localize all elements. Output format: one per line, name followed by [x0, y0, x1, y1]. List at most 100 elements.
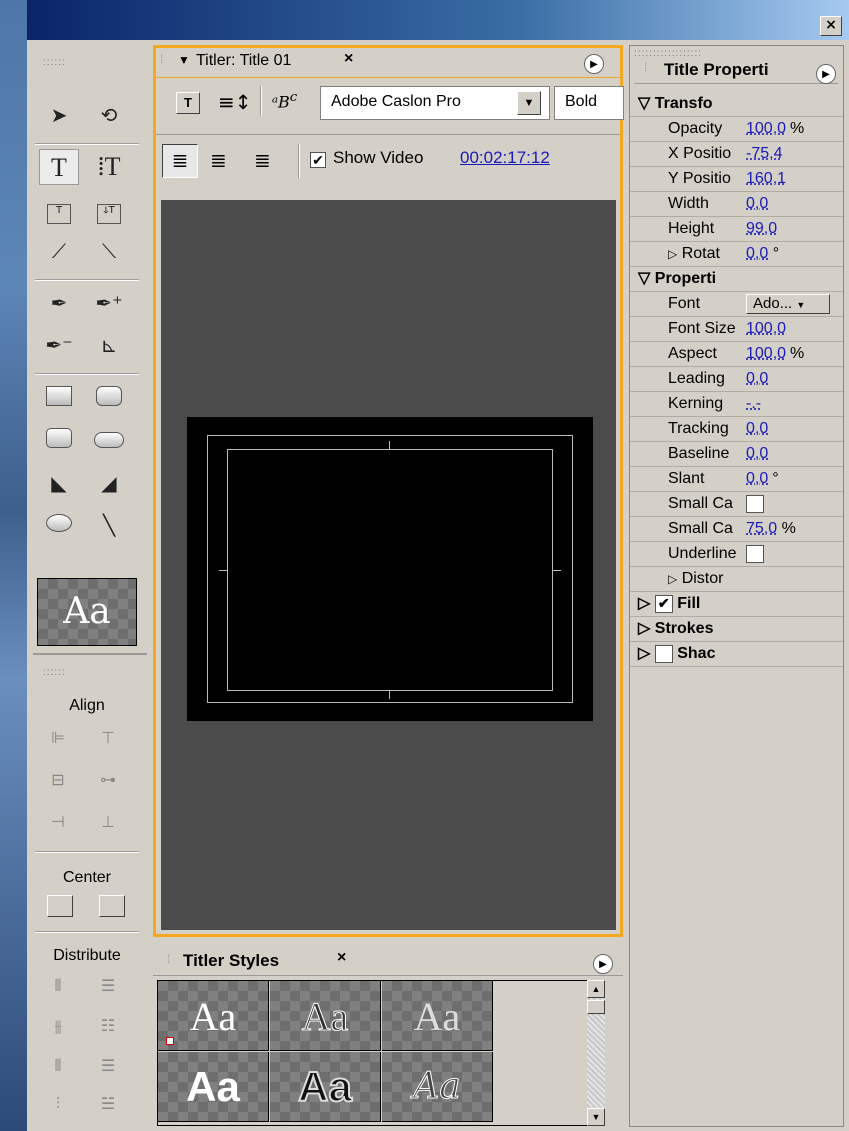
small-caps-size-value[interactable]: 75,0	[746, 520, 777, 537]
vertical-path-type-tool-icon[interactable]: ⟍	[89, 233, 129, 269]
vertical-area-type-tool-icon[interactable]: ↆT	[89, 191, 129, 227]
align-right-text-icon[interactable]: ≣	[254, 148, 271, 173]
window-close-button[interactable]: ×	[820, 16, 842, 36]
align-horizontal-center-icon[interactable]: ⊟	[43, 767, 73, 793]
panel-grip[interactable]: ⁞	[167, 952, 170, 966]
rotation-tool-icon[interactable]: ⟲	[89, 97, 129, 133]
timecode-value[interactable]: 00:02:17:12	[460, 148, 550, 168]
fill-checkbox[interactable]: ✔	[654, 594, 673, 613]
center-vertical-icon[interactable]	[99, 895, 125, 917]
property-value[interactable]: 99,0	[746, 220, 777, 237]
panel-grip[interactable]: ::::::	[43, 57, 66, 68]
roll-crawl-options-icon[interactable]: ≡↕	[218, 90, 252, 114]
shadow-checkbox[interactable]	[654, 644, 673, 663]
distribute-right-icon[interactable]: ⫴	[43, 1053, 73, 1079]
distribute-bottom-icon[interactable]: ☰	[93, 1053, 123, 1079]
align-left-icon[interactable]: ⊫	[43, 725, 73, 751]
underline-checkbox[interactable]	[746, 544, 764, 563]
collapse-arrow-icon[interactable]: ▼	[178, 53, 190, 67]
rotation-value[interactable]: 0,0	[746, 245, 768, 262]
property-value[interactable]: -.-	[746, 395, 761, 412]
font-browser-dropdown[interactable]: Adobe Caslon Pro ▼	[320, 86, 550, 120]
property-value[interactable]: 0,0	[746, 370, 768, 387]
panel-menu-icon[interactable]: ▶	[593, 954, 613, 974]
align-top-icon[interactable]: ⊤	[93, 725, 123, 751]
area-type-tool-icon[interactable]: T	[39, 191, 79, 227]
style-swatch[interactable]: Aa	[158, 981, 269, 1051]
font-select[interactable]: Ado... ▼	[746, 293, 830, 314]
shadow-section-header[interactable]: ▷ Shac	[630, 642, 843, 667]
video-preview-area[interactable]	[161, 200, 616, 930]
window-title-bar[interactable]: ×	[27, 0, 849, 40]
property-value[interactable]: 100,0	[746, 120, 786, 137]
pen-tool-icon[interactable]: ✒	[39, 285, 79, 321]
distribute-spacing-vertical-icon[interactable]: ☱	[93, 1091, 123, 1117]
style-swatch[interactable]: Aa	[270, 981, 381, 1051]
style-swatch[interactable]: Aa	[382, 981, 493, 1051]
property-value[interactable]: -75,4	[746, 145, 782, 162]
property-value[interactable]: 0,0	[746, 420, 768, 437]
font-style-dropdown[interactable]: Bold	[554, 86, 624, 120]
titler-tab-close-button[interactable]: ×	[344, 50, 353, 68]
style-swatch[interactable]: Aa	[270, 1052, 381, 1122]
properties-section-header[interactable]: ▽ Properti	[630, 267, 843, 292]
styles-tab-label[interactable]: Titler Styles	[183, 951, 279, 971]
panel-grip[interactable]: ::::::	[43, 667, 66, 678]
line-tool-icon[interactable]: ╲	[89, 507, 129, 543]
templates-icon[interactable]: ᵃBc	[272, 90, 297, 111]
center-text-icon[interactable]: ≣	[210, 148, 227, 173]
type-tool-icon[interactable]: T	[39, 149, 79, 185]
scroll-up-arrow-icon[interactable]: ▲	[587, 980, 605, 998]
property-value[interactable]: 160,1	[746, 170, 786, 187]
properties-tab-label[interactable]: Title Properti	[664, 60, 769, 80]
distribute-center-icon[interactable]: ⫵	[43, 1013, 73, 1039]
path-type-tool-icon[interactable]: ⟋	[39, 233, 79, 269]
style-swatch-preview[interactable]: Aa	[37, 578, 137, 646]
ellipse-tool-icon[interactable]	[39, 507, 79, 543]
panel-menu-icon[interactable]: ▶	[584, 54, 604, 74]
vertical-type-tool-icon[interactable]: ⁞T	[89, 149, 129, 185]
transform-section-header[interactable]: ▽ Transfo	[630, 92, 843, 117]
styles-tab-close-button[interactable]: ×	[337, 949, 346, 967]
center-horizontal-icon[interactable]	[47, 895, 73, 917]
align-vertical-center-icon[interactable]: ⊶	[93, 767, 123, 793]
convert-anchor-point-tool-icon[interactable]: ⊾	[89, 327, 129, 363]
strokes-section-header[interactable]: ▷ Strokes	[630, 617, 843, 642]
rounded-corner-rectangle-tool-icon[interactable]	[39, 423, 79, 459]
panel-menu-icon[interactable]: ▶	[816, 64, 836, 84]
distort-row[interactable]: ▷ Distor	[630, 567, 843, 592]
delete-anchor-point-tool-icon[interactable]: ✒⁻	[39, 327, 79, 363]
selection-tool-icon[interactable]: ➤	[39, 97, 79, 133]
align-left-text-icon[interactable]: ≣	[162, 144, 198, 178]
distribute-left-icon[interactable]: ⫴	[43, 973, 73, 999]
clipped-corner-rectangle-tool-icon[interactable]	[89, 381, 129, 417]
distribute-spacing-horizontal-icon[interactable]: ⫶	[43, 1091, 73, 1117]
arc-tool-icon[interactable]: ◢	[89, 465, 129, 501]
panel-grip[interactable]: ⁞	[644, 60, 647, 74]
scroll-down-arrow-icon[interactable]: ▼	[587, 1108, 605, 1126]
align-bottom-icon[interactable]: ⊥	[93, 809, 123, 835]
small-caps-checkbox[interactable]	[746, 494, 764, 513]
property-value[interactable]: 0,0	[746, 195, 768, 212]
property-value[interactable]: 100,0	[746, 345, 786, 362]
style-swatch[interactable]: Aa	[158, 1052, 269, 1122]
rectangle-tool-icon[interactable]	[39, 381, 79, 417]
fill-section-header[interactable]: ▷ ✔ Fill	[630, 592, 843, 617]
style-swatch[interactable]: Aa	[382, 1052, 493, 1122]
distribute-top-icon[interactable]: ☰	[93, 973, 123, 999]
new-title-icon[interactable]: T	[176, 92, 200, 114]
distribute-middle-icon[interactable]: ☷	[93, 1013, 123, 1039]
align-right-icon[interactable]: ⊣	[43, 809, 73, 835]
font-dropdown-arrow-icon[interactable]: ▼	[517, 91, 541, 115]
show-video-checkbox[interactable]: ✔	[310, 152, 326, 168]
property-value[interactable]: 0,0	[746, 470, 768, 487]
panel-grip[interactable]: ⁞	[160, 52, 163, 66]
scroll-thumb[interactable]	[587, 1000, 605, 1014]
property-value[interactable]: 0,0	[746, 445, 768, 462]
rounded-rectangle-tool-icon[interactable]	[89, 423, 129, 459]
wedge-tool-icon[interactable]: ◣	[39, 465, 79, 501]
styles-scrollbar[interactable]: ▲ ▼	[587, 980, 605, 1126]
rotation-label[interactable]: ▷ Rotat	[630, 242, 746, 266]
property-value[interactable]: 100,0	[746, 320, 786, 337]
add-anchor-point-tool-icon[interactable]: ✒⁺	[89, 285, 129, 321]
